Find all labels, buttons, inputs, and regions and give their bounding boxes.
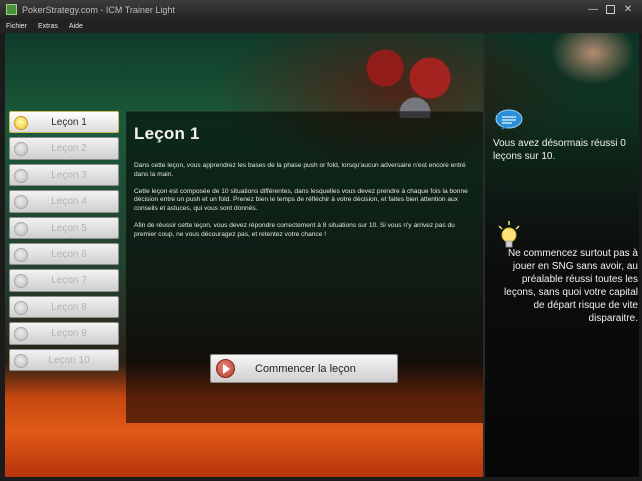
lesson-2-label: Leçon 2 <box>51 143 87 155</box>
start-lesson-label: Commencer la leçon <box>255 362 356 375</box>
lesson-paragraph-intro: Dans cette leçon, vous apprendrez les ba… <box>134 162 466 178</box>
maximize-icon[interactable] <box>606 5 615 14</box>
menu-fichier[interactable]: Fichier <box>0 23 32 30</box>
lesson-7-button[interactable]: Leçon 7 <box>9 269 119 292</box>
lesson-10-button[interactable]: Leçon 10 <box>9 348 119 371</box>
main-content: Leçon 1 Leçon 2 Leçon 3 Leçon 4 Leçon 5 … <box>5 33 639 477</box>
window-controls: — ✕ <box>587 4 634 16</box>
window-title: PokerStrategy.com - ICM Trainer Light <box>22 4 175 15</box>
play-icon <box>216 359 235 378</box>
lesson-3-button[interactable]: Leçon 3 <box>9 163 119 187</box>
lesson-paragraph-structure: Cette leçon est composée de 10 situation… <box>134 187 468 213</box>
lesson-3-status-icon <box>14 168 28 183</box>
lesson-4-status-icon <box>14 195 28 210</box>
lesson-6-status-icon <box>14 247 28 262</box>
lesson-title: Leçon 1 <box>134 124 200 143</box>
lesson-1-status-icon <box>14 116 28 130</box>
lessons-list: Leçon 1 Leçon 2 Leçon 3 Leçon 4 Leçon 5 … <box>5 111 123 381</box>
app-icon <box>6 4 17 15</box>
lesson-8-button[interactable]: Leçon 8 <box>9 295 119 319</box>
lesson-4-button[interactable]: Leçon 4 <box>9 190 119 213</box>
lightbulb-icon <box>498 221 520 248</box>
menu-aide[interactable]: Aide <box>63 23 88 30</box>
menu-extras[interactable]: Extras <box>32 23 63 30</box>
lesson-4-label: Leçon 4 <box>51 196 87 208</box>
lesson-5-button[interactable]: Leçon 5 <box>9 216 119 239</box>
tip-message: Ne commencez surtout pas à jouer en SNG … <box>504 248 638 324</box>
lesson-8-status-icon <box>14 300 28 315</box>
dealer-hand-image <box>523 33 639 103</box>
lesson-9-button[interactable]: Leçon 9 <box>9 322 119 345</box>
lesson-10-label: Leçon 10 <box>48 354 90 366</box>
progress-message: Vous avez désormais réussi 0 leçons sur … <box>493 138 626 162</box>
info-panel: Vous avez désormais réussi 0 leçons sur … <box>483 33 639 477</box>
speech-bubble-icon <box>495 109 523 130</box>
lesson-2-status-icon <box>14 142 28 157</box>
lesson-7-label: Leçon 7 <box>51 275 87 287</box>
lesson-6-button[interactable]: Leçon 6 <box>9 242 119 266</box>
lesson-7-status-icon <box>14 274 28 289</box>
lesson-9-status-icon <box>14 327 28 342</box>
lesson-description-panel: Leçon 1 Dans cette leçon, vous apprendre… <box>126 111 484 423</box>
poker-chips-image <box>355 38 475 118</box>
lesson-5-status-icon <box>14 221 28 236</box>
lesson-6-label: Leçon 6 <box>51 248 87 260</box>
lesson-8-label: Leçon 8 <box>51 301 87 313</box>
lesson-1-button[interactable]: Leçon 1 <box>9 111 119 134</box>
lesson-paragraph-success: Afin de réussir cette leçon, vous devez … <box>134 221 455 238</box>
lesson-1-label: Leçon 1 <box>51 117 87 128</box>
lesson-2-button[interactable]: Leçon 2 <box>9 137 119 160</box>
lesson-9-label: Leçon 9 <box>51 328 87 340</box>
close-icon[interactable]: ✕ <box>622 4 634 16</box>
lesson-10-status-icon <box>14 353 28 368</box>
lesson-3-label: Leçon 3 <box>51 169 87 181</box>
title-bar: PokerStrategy.com - ICM Trainer Light — … <box>0 0 642 19</box>
minimize-icon[interactable]: — <box>587 4 599 16</box>
start-lesson-button[interactable]: Commencer la leçon <box>210 354 398 383</box>
lesson-5-label: Leçon 5 <box>51 222 87 234</box>
menu-bar: Fichier Extras Aide <box>0 19 642 33</box>
